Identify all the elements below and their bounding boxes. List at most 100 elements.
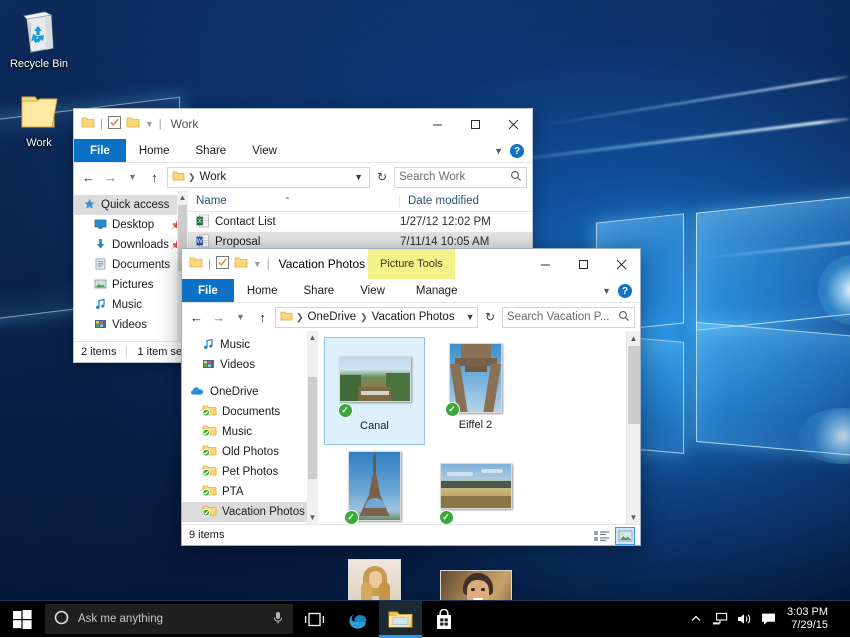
- thumbnail-wrap[interactable]: ✓: [336, 449, 414, 523]
- thumbnail-grid-vacation-photos[interactable]: ✓ Canal: [318, 331, 640, 524]
- scroll-up-arrow-icon[interactable]: ▲: [627, 331, 640, 345]
- nav-item-videos[interactable]: Videos: [182, 355, 318, 375]
- store-button[interactable]: [422, 601, 465, 638]
- show-hidden-icons-chevron-icon[interactable]: [685, 613, 707, 625]
- quick-access-toolbar[interactable]: | ▼ |: [81, 116, 162, 132]
- task-view-button[interactable]: [293, 601, 336, 638]
- search-box-work[interactable]: Search Work: [394, 167, 527, 188]
- nav-item-pet-photos[interactable]: Pet Photos: [182, 462, 318, 482]
- tab-view[interactable]: View: [347, 279, 398, 302]
- content-scroll-thumb[interactable]: [628, 346, 640, 424]
- recent-locations-button[interactable]: ▼: [231, 312, 250, 322]
- caption-buttons-vacation-photos[interactable]: [526, 249, 640, 279]
- close-button[interactable]: [602, 249, 640, 279]
- minimize-button[interactable]: [418, 109, 456, 139]
- folder-icon[interactable]: [81, 116, 95, 132]
- nav-item-documents[interactable]: Documents: [74, 255, 188, 275]
- titlebar-vacation-photos[interactable]: | ▼ | Vacation Photos Picture Tools: [182, 249, 640, 279]
- thumbnail-wrap[interactable]: ✓: [336, 342, 414, 416]
- up-button[interactable]: ↑: [253, 310, 272, 325]
- nav-item-music-onedrive[interactable]: Music: [182, 422, 318, 442]
- quick-access-toolbar[interactable]: | ▼ |: [189, 256, 270, 272]
- nav-item-pta[interactable]: PTA: [182, 482, 318, 502]
- table-row[interactable]: X Contact List 1/27/12 12:02 PM: [188, 212, 532, 232]
- navigation-pane-work[interactable]: Quick access Desktop 📌 Downloads 📌: [74, 191, 188, 341]
- scroll-up-arrow-icon[interactable]: ▲: [309, 333, 317, 342]
- minimize-button[interactable]: [526, 249, 564, 279]
- nav-item-onedrive[interactable]: OneDrive: [182, 382, 318, 402]
- view-mode-buttons[interactable]: [591, 525, 635, 546]
- forward-button[interactable]: →: [101, 170, 120, 185]
- edge-browser-button[interactable]: [336, 601, 379, 638]
- volume-icon[interactable]: [733, 612, 755, 626]
- help-icon[interactable]: ?: [510, 144, 524, 158]
- customize-toolbar-chevron-icon[interactable]: ▼: [145, 119, 154, 129]
- desktop-icon-recycle-bin[interactable]: Recycle Bin: [2, 10, 76, 71]
- thumbnail-wrap[interactable]: ✓: [437, 341, 515, 415]
- taskbar[interactable]: Ask me anything: [0, 600, 850, 637]
- ribbon-right-controls[interactable]: ▼ ?: [494, 139, 528, 163]
- system-tray[interactable]: 3:03 PM 7/29/15: [685, 601, 850, 638]
- nav-item-quick-access[interactable]: Quick access: [74, 195, 188, 215]
- address-breadcrumb-bar[interactable]: ❯ OneDrive ❯ Vacation Photos ▼: [275, 307, 478, 328]
- cortana-search-box[interactable]: Ask me anything: [45, 604, 293, 634]
- properties-icon[interactable]: [108, 116, 121, 132]
- nav-item-documents[interactable]: Documents: [182, 402, 318, 422]
- tab-file[interactable]: File: [74, 139, 126, 162]
- nav-scroll-thumb[interactable]: [308, 377, 317, 479]
- content-scrollbar[interactable]: ▲ ▼: [626, 331, 640, 524]
- addressbar-vacation-photos[interactable]: ← → ▼ ↑ ❯ OneDrive ❯ Vacation Photos ▼ ↻…: [182, 303, 640, 331]
- microphone-icon[interactable]: [272, 611, 284, 628]
- ribbon-tabs-work[interactable]: File Home Share View ▼ ?: [74, 139, 532, 163]
- explorer-window-vacation-photos[interactable]: | ▼ | Vacation Photos Picture Tools: [181, 248, 641, 546]
- thumbnail-grid[interactable]: ✓ Canal: [318, 331, 640, 524]
- large-icons-view-button[interactable]: [615, 527, 635, 545]
- column-header-date-modified[interactable]: Date modified: [400, 195, 479, 207]
- scroll-down-arrow-icon[interactable]: ▼: [627, 510, 640, 524]
- search-icon[interactable]: [510, 170, 522, 185]
- breadcrumb-onedrive[interactable]: OneDrive: [307, 311, 358, 323]
- expand-ribbon-chevron-icon[interactable]: ▼: [494, 146, 503, 156]
- nav-item-vacation-photos[interactable]: Vacation Photos: [182, 502, 318, 522]
- address-breadcrumb-bar[interactable]: ❯ Work ▼: [167, 167, 370, 188]
- start-button[interactable]: [0, 601, 45, 638]
- address-dropdown-chevron-icon[interactable]: ▼: [350, 172, 367, 182]
- help-icon[interactable]: ?: [618, 284, 632, 298]
- network-icon[interactable]: [709, 612, 731, 626]
- addressbar-work[interactable]: ← → ▼ ↑ ❯ Work ▼ ↻ Search Work: [74, 163, 532, 191]
- forward-button[interactable]: →: [209, 310, 228, 325]
- tab-manage[interactable]: Manage: [403, 279, 471, 302]
- tab-file[interactable]: File: [182, 279, 234, 302]
- column-header-name[interactable]: Name ⌃: [188, 195, 400, 207]
- show-desktop-button[interactable]: [838, 601, 844, 638]
- expand-ribbon-chevron-icon[interactable]: ▼: [602, 286, 611, 296]
- file-explorer-button[interactable]: [379, 601, 422, 638]
- ribbon-right-controls[interactable]: ▼ ?: [602, 279, 636, 303]
- nav-item-old-photos[interactable]: Old Photos: [182, 442, 318, 462]
- breadcrumb-vacation-photos[interactable]: Vacation Photos: [371, 311, 456, 323]
- search-input[interactable]: Search Vacation P...: [507, 311, 618, 323]
- back-button[interactable]: ←: [187, 310, 206, 325]
- address-dropdown-chevron-icon[interactable]: ▼: [462, 312, 479, 322]
- action-center-icon[interactable]: [757, 612, 779, 626]
- file-name-cell[interactable]: X Contact List: [196, 214, 400, 231]
- refresh-button[interactable]: ↻: [373, 170, 391, 184]
- nav-item-videos[interactable]: Videos: [74, 315, 188, 335]
- maximize-button[interactable]: [564, 249, 602, 279]
- recent-locations-button[interactable]: ▼: [123, 172, 142, 182]
- search-input[interactable]: Ask me anything: [78, 613, 263, 625]
- list-item[interactable]: ✓ Eiffel 2: [425, 337, 526, 445]
- back-button[interactable]: ←: [79, 170, 98, 185]
- tab-view[interactable]: View: [239, 139, 290, 162]
- ribbon-tabs-vacation-photos[interactable]: File Home Share View Manage ▼ ?: [182, 279, 640, 303]
- breadcrumb-work[interactable]: Work: [199, 171, 228, 183]
- properties-icon[interactable]: [216, 256, 229, 272]
- taskbar-clock[interactable]: 3:03 PM 7/29/15: [781, 606, 836, 632]
- refresh-button[interactable]: ↻: [481, 310, 499, 324]
- search-icon[interactable]: [618, 310, 630, 325]
- nav-item-pictures[interactable]: Pictures: [74, 275, 188, 295]
- new-folder-icon[interactable]: [234, 256, 248, 272]
- close-button[interactable]: [494, 109, 532, 139]
- nav-item-downloads[interactable]: Downloads 📌: [74, 235, 188, 255]
- maximize-button[interactable]: [456, 109, 494, 139]
